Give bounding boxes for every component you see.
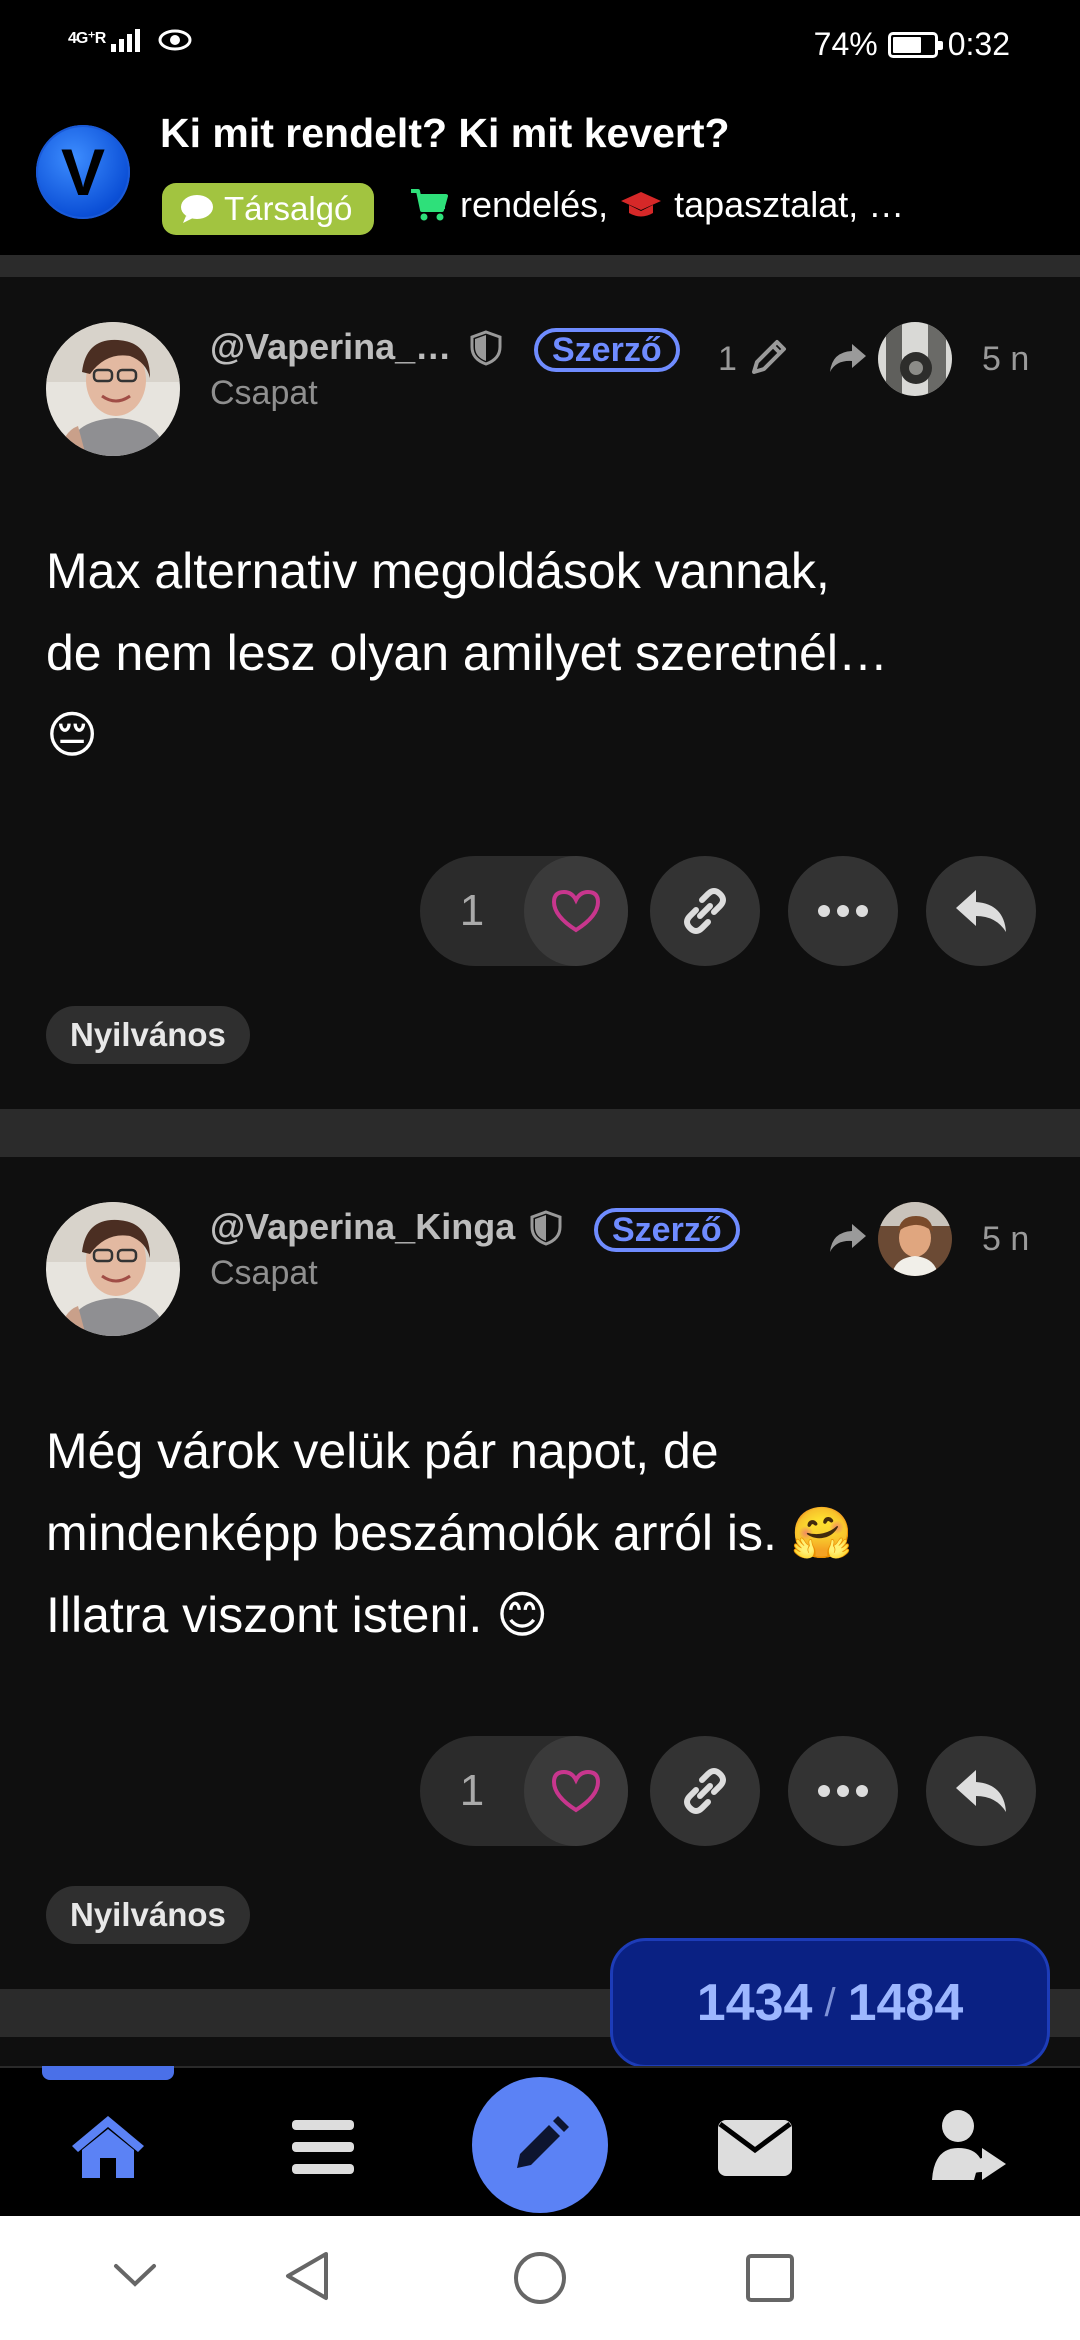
topic-tags: rendelés, tapasztalat, … — [410, 184, 904, 226]
status-right: 74% 0:32 — [814, 26, 1010, 63]
username[interactable]: @Vaperina_Kinga — [210, 1206, 515, 1248]
signal-indicator: 4G⁺R — [68, 26, 194, 52]
signal-icon — [110, 29, 140, 52]
progress-current: 1434 — [696, 1974, 813, 2032]
compose-icon — [517, 2116, 569, 2168]
user-group: Csapat — [210, 374, 318, 412]
ellipsis-icon — [818, 905, 868, 917]
reply-button[interactable] — [926, 856, 1036, 966]
shield-icon — [470, 330, 502, 366]
chat-bubble-icon — [181, 195, 213, 223]
avatar[interactable] — [46, 322, 180, 456]
home-icon[interactable] — [68, 2112, 148, 2182]
post-time[interactable]: 5 n — [982, 1220, 1029, 1259]
cart-icon — [411, 189, 448, 221]
progress-separator: / — [824, 1980, 836, 2025]
post-time[interactable]: 5 n — [982, 340, 1029, 379]
divider — [0, 1109, 1080, 1157]
reply-to-icon[interactable] — [826, 1220, 868, 1256]
network-label: 4G⁺R — [68, 30, 106, 48]
topic-title[interactable]: Ki mit rendelt? Ki mit kevert? — [160, 110, 730, 157]
logo-letter: V — [60, 135, 106, 209]
edit-count[interactable]: 1 — [718, 340, 737, 379]
tag-tapasztalat[interactable]: tapasztalat, … — [674, 184, 904, 226]
shield-icon — [530, 1210, 562, 1246]
visibility-badge: Nyilvános — [46, 1886, 250, 1944]
user-group: Csapat — [210, 1254, 318, 1292]
post-line: Még várok velük pár napot, de — [46, 1423, 719, 1479]
heart-icon[interactable] — [524, 856, 628, 966]
username[interactable]: @Vaperina_… — [210, 326, 451, 368]
reply-to-avatar[interactable] — [878, 1202, 952, 1276]
visibility-badge: Nyilvános — [46, 1006, 250, 1064]
home-circle-icon[interactable] — [512, 2250, 568, 2306]
post-line: Max alternativ megoldások vannak, — [46, 543, 830, 599]
post-body: Még várok velük pár napot, de mindenképp… — [46, 1410, 1056, 1656]
reply-to-icon[interactable] — [826, 340, 868, 376]
link-button[interactable] — [650, 1736, 760, 1846]
like-button-group[interactable]: 1 — [420, 856, 628, 966]
clock: 0:32 — [947, 26, 1010, 62]
like-button-group[interactable]: 1 — [420, 1736, 628, 1846]
ellipsis-icon — [818, 1785, 868, 1797]
battery-icon — [887, 31, 943, 58]
category-badge[interactable]: Társalgó — [162, 183, 375, 235]
compose-button[interactable] — [472, 2077, 608, 2213]
reply-to-avatar[interactable] — [878, 322, 952, 396]
recents-icon[interactable] — [744, 2252, 796, 2304]
more-button[interactable] — [788, 1736, 898, 1846]
post-body: Max alternativ megoldások vannak, de nem… — [46, 530, 1046, 776]
chevron-down-icon[interactable] — [112, 2260, 158, 2290]
author-badge: Szerző — [534, 328, 680, 372]
reply-button[interactable] — [926, 1736, 1036, 1846]
author-badge: Szerző — [594, 1208, 740, 1252]
post-line: mindenképp beszámolók arról is. 🤗 — [46, 1505, 854, 1561]
reply-icon — [956, 890, 1006, 932]
tag-rendeles[interactable]: rendelés, — [460, 184, 608, 226]
heart-icon[interactable] — [524, 1736, 628, 1846]
reply-icon — [956, 1770, 1006, 1812]
menu-icon[interactable] — [288, 2116, 358, 2180]
topic-progress[interactable]: 1434 / 1484 — [610, 1938, 1050, 2068]
avatar[interactable] — [46, 1202, 180, 1336]
progress-total: 1484 — [847, 1974, 964, 2032]
pencil-icon[interactable] — [748, 336, 790, 378]
post-emoji: 😔 — [46, 707, 99, 763]
more-button[interactable] — [788, 856, 898, 966]
post-line: de nem lesz olyan amilyet szeretnél… — [46, 625, 889, 681]
post-line: Illatra viszont isteni. 😊 — [46, 1587, 549, 1643]
site-logo[interactable]: V — [36, 125, 130, 219]
like-count[interactable]: 1 — [420, 1766, 524, 1816]
category-label: Társalgó — [224, 190, 353, 227]
link-icon — [684, 1768, 726, 1814]
back-icon[interactable] — [282, 2250, 332, 2302]
divider — [0, 255, 1080, 277]
user-share-icon[interactable] — [930, 2108, 1010, 2184]
eye-icon — [158, 29, 192, 51]
battery-percent: 74% — [813, 26, 878, 62]
mail-icon[interactable] — [716, 2118, 794, 2178]
active-tab-indicator — [42, 2066, 174, 2080]
graduation-cap-icon — [621, 192, 662, 217]
like-count[interactable]: 1 — [420, 886, 524, 936]
link-button[interactable] — [650, 856, 760, 966]
link-icon — [684, 888, 726, 934]
